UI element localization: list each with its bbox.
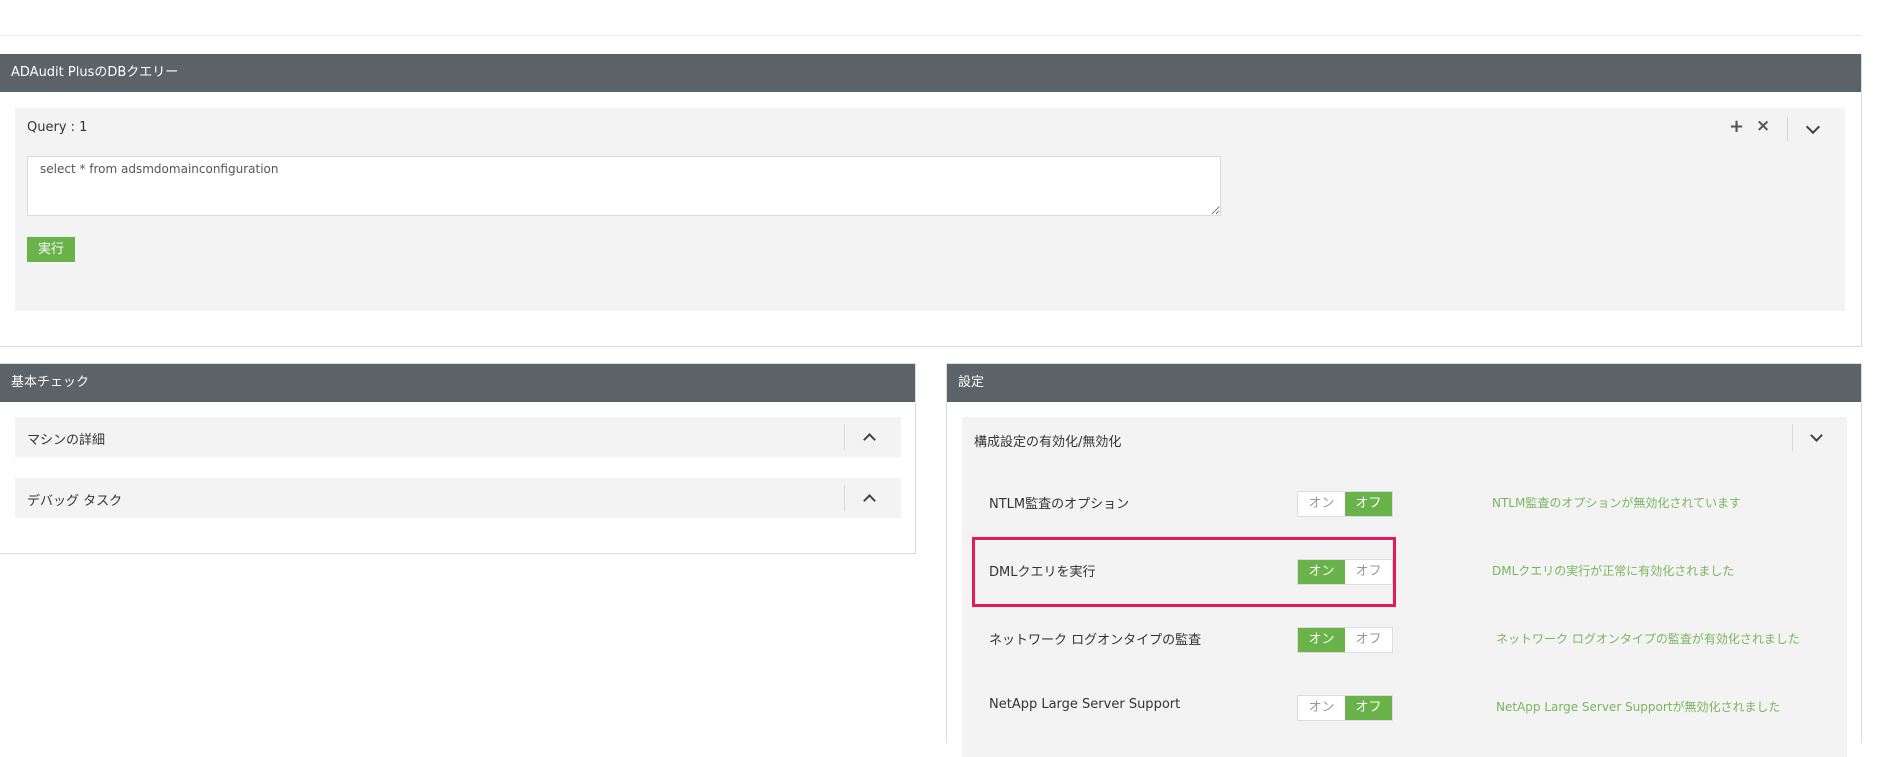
toggle-network-logon[interactable]: オン オフ bbox=[1297, 627, 1393, 653]
divider bbox=[844, 424, 845, 450]
toggle-on[interactable]: オン bbox=[1298, 628, 1345, 652]
config-section-title: 構成設定の有効化/無効化 bbox=[974, 435, 1122, 450]
basic-checks-header: 基本チェック bbox=[0, 364, 915, 402]
basic-checks-panel: 基本チェック マシンの詳細 デバッグ タスク bbox=[0, 363, 916, 554]
status-message-network-logon: ネットワーク ログオンタイプの監査が有効化されました bbox=[1496, 632, 1800, 646]
remove-query-close-icon[interactable]: × bbox=[1756, 116, 1770, 136]
status-message-ntlm: NTLM監査のオプションが無効化されています bbox=[1492, 496, 1741, 510]
chevron-down-icon[interactable] bbox=[1810, 429, 1823, 442]
status-message-netapp: NetApp Large Server Supportが無効化されました bbox=[1496, 700, 1781, 714]
db-query-panel-header: ADAudit PlusのDBクエリー bbox=[0, 54, 1861, 92]
divider bbox=[1792, 424, 1793, 451]
status-message-dml: DMLクエリの実行が正常に有効化されました bbox=[1492, 564, 1735, 578]
query-textarea[interactable]: select * from adsmdomainconfiguration bbox=[27, 156, 1221, 216]
divider bbox=[1787, 117, 1788, 141]
query-card: Query : 1 + × select * from adsmdomainco… bbox=[15, 108, 1845, 311]
toggle-off[interactable]: オフ bbox=[1345, 492, 1392, 516]
config-section: 構成設定の有効化/無効化 NTLM監査のオプション オン オフ NTLM監査のオ… bbox=[962, 417, 1847, 757]
toggle-off[interactable]: オフ bbox=[1345, 560, 1392, 584]
accordion-label: マシンの詳細 bbox=[27, 433, 106, 448]
toggle-off[interactable]: オフ bbox=[1345, 696, 1392, 720]
chevron-up-icon[interactable] bbox=[863, 433, 876, 446]
query-title: Query : 1 bbox=[27, 120, 88, 135]
chevron-up-icon[interactable] bbox=[863, 494, 876, 507]
add-query-plus-icon[interactable]: + bbox=[1729, 116, 1744, 137]
divider bbox=[844, 485, 845, 511]
settings-header: 設定 bbox=[947, 364, 1861, 402]
collapse-chevron-down-icon[interactable] bbox=[1805, 119, 1821, 135]
accordion-label: デバッグ タスク bbox=[27, 494, 123, 509]
toggle-on[interactable]: オン bbox=[1298, 492, 1345, 516]
toggle-netapp[interactable]: オン オフ bbox=[1297, 695, 1393, 721]
settings-panel: 設定 構成設定の有効化/無効化 NTLM監査のオプション オン オフ NTLM監… bbox=[946, 363, 1862, 757]
toggle-on[interactable]: オン bbox=[1298, 696, 1345, 720]
accordion-machine-details[interactable]: マシンの詳細 bbox=[15, 417, 901, 457]
toggle-on[interactable]: オン bbox=[1298, 560, 1345, 584]
option-label-ntlm: NTLM監査のオプション bbox=[989, 497, 1130, 512]
option-label-netapp: NetApp Large Server Support bbox=[989, 697, 1181, 712]
accordion-debug-tasks[interactable]: デバッグ タスク bbox=[15, 478, 901, 518]
option-label-network-logon: ネットワーク ログオンタイプの監査 bbox=[989, 633, 1202, 648]
toggle-ntlm[interactable]: オン オフ bbox=[1297, 491, 1393, 517]
option-label-dml: DMLクエリを実行 bbox=[989, 565, 1096, 580]
top-divider bbox=[0, 35, 1862, 36]
toggle-off[interactable]: オフ bbox=[1345, 628, 1392, 652]
toggle-dml[interactable]: オン オフ bbox=[1297, 559, 1393, 585]
db-query-panel: ADAudit PlusのDBクエリー Query : 1 + × select… bbox=[0, 54, 1862, 347]
run-query-button[interactable]: 実行 bbox=[27, 237, 75, 262]
